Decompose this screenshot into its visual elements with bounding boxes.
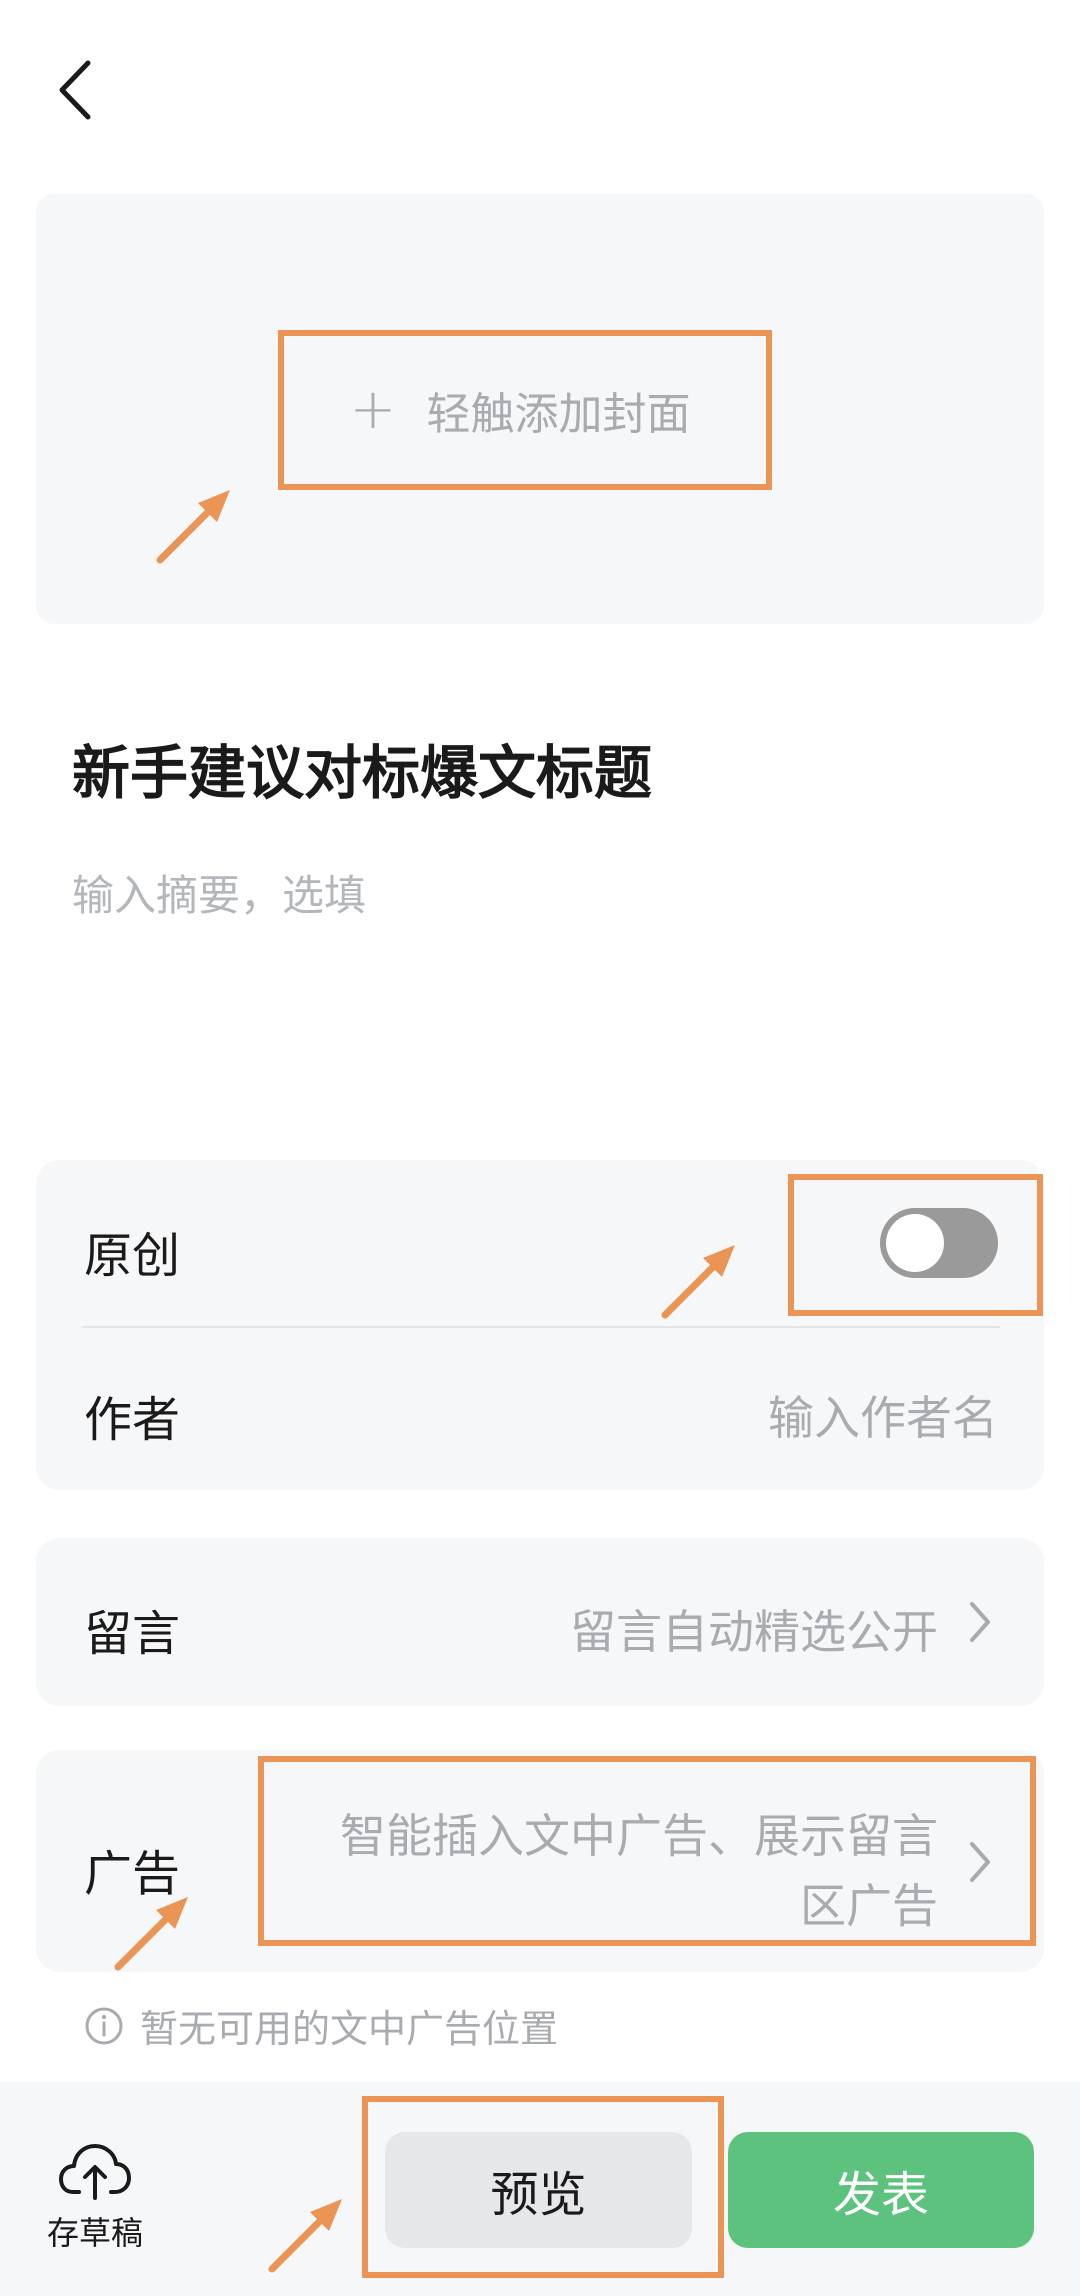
ads-hint: 暂无可用的文中广告位置 xyxy=(84,1998,558,2053)
annotation-arrow-icon xyxy=(156,490,230,564)
highlight-box-toggle xyxy=(788,1174,1043,1316)
info-icon xyxy=(85,2007,123,2044)
highlight-box-preview xyxy=(362,2096,724,2278)
highlight-box-ads xyxy=(258,1756,1036,1946)
summary-input[interactable]: 输入摘要，选填 xyxy=(72,862,366,923)
author-input[interactable]: 输入作者名 xyxy=(768,1382,998,1448)
chevron-right-icon xyxy=(970,1602,990,1642)
highlight-box-cover xyxy=(278,330,772,490)
annotation-arrow-icon xyxy=(114,1897,188,1971)
publish-button[interactable]: 发表 xyxy=(728,2132,1034,2248)
save-draft-button[interactable]: 存草稿 xyxy=(40,2142,150,2254)
author-label: 作者 xyxy=(84,1392,181,1448)
article-title[interactable]: 新手建议对标爆文标题 xyxy=(72,726,652,810)
comments-value: 留言自动精选公开 xyxy=(570,1605,938,1659)
comments-label: 留言 xyxy=(84,1606,181,1662)
original-label: 原创 xyxy=(84,1228,181,1284)
save-draft-label: 存草稿 xyxy=(46,2214,143,2252)
chevron-left-icon xyxy=(59,60,91,120)
annotation-arrow-icon xyxy=(661,1245,735,1319)
ads-hint-text: 暂无可用的文中广告位置 xyxy=(140,2007,559,2051)
divider xyxy=(82,1326,1000,1328)
cloud-upload-icon xyxy=(59,2144,131,2200)
back-button[interactable] xyxy=(50,55,100,125)
annotation-arrow-icon xyxy=(268,2199,342,2273)
